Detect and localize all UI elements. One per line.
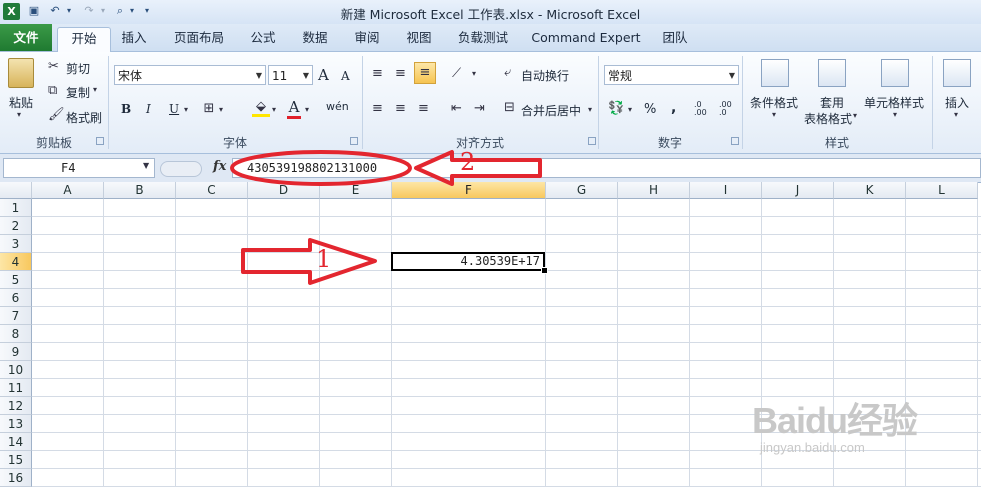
annotation-label-1: 1	[316, 245, 332, 273]
arrow-to-cell	[241, 238, 377, 285]
baidu-watermark: Baidu经验	[752, 400, 918, 441]
arrow-to-formula	[414, 150, 542, 186]
baidu-watermark-url: jingyan.baidu.com	[760, 440, 865, 455]
formula-highlight-ellipse	[230, 150, 412, 186]
annotation-label-2: 2	[460, 148, 476, 176]
